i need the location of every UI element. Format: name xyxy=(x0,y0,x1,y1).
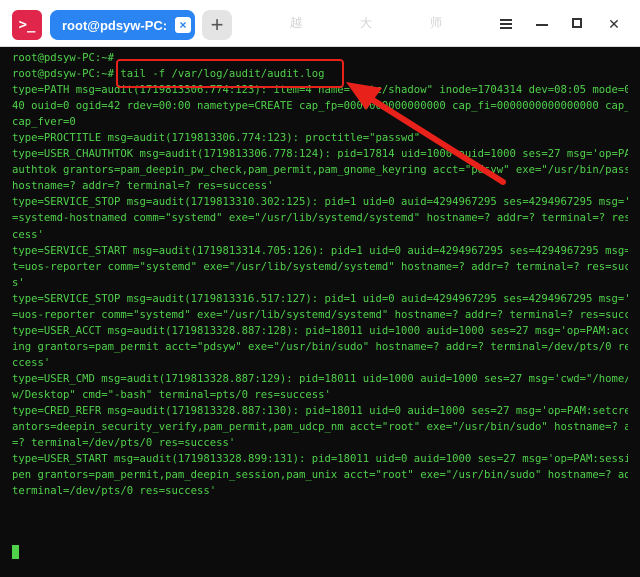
watermark-char: 大 xyxy=(360,16,373,30)
maximize-icon xyxy=(572,18,582,28)
terminal-window: >_ root@pdsyw-PC: /root × + 越 大 师 ✕ root… xyxy=(0,0,640,577)
terminal-cursor xyxy=(12,545,19,559)
tab-label: root@pdsyw-PC: /root xyxy=(62,17,170,33)
tab-close-icon[interactable]: × xyxy=(175,17,191,33)
terminal-line: type=SERVICE_START msg=audit(1719813314.… xyxy=(12,244,628,289)
terminal-line: type=USER_ACCT msg=audit(1719813328.887:… xyxy=(12,324,628,369)
watermark-char: 越 xyxy=(290,16,303,30)
terminal-line: type=CRED_REFR msg=audit(1719813328.887:… xyxy=(12,405,628,450)
watermark-char: 师 xyxy=(430,16,443,30)
maximize-button[interactable] xyxy=(568,14,588,34)
terminal-app-icon[interactable]: >_ xyxy=(12,10,42,40)
minimize-icon xyxy=(536,24,548,26)
new-tab-button[interactable]: + xyxy=(202,10,232,40)
minimize-button[interactable] xyxy=(532,14,552,34)
terminal-line: type=PROCTITLE msg=audit(1719813306.774:… xyxy=(12,132,421,145)
terminal-output[interactable]: root@pdsyw-PC:~# root@pdsyw-PC:~# tail -f… xyxy=(0,47,628,577)
terminal-line: type=SERVICE_STOP msg=audit(1719813310.3… xyxy=(12,196,628,241)
menu-button[interactable] xyxy=(496,14,516,34)
command-highlight-box xyxy=(116,59,344,88)
terminal-line: type=PATH msg=audit(1719813306.774:123):… xyxy=(12,84,628,129)
terminal-line: type=USER_START msg=audit(1719813328.899… xyxy=(12,453,628,498)
terminal-line: type=SERVICE_STOP msg=audit(1719813316.5… xyxy=(12,292,628,321)
close-button[interactable]: ✕ xyxy=(604,14,624,34)
terminal-scrollbar[interactable] xyxy=(628,47,640,577)
title-bar: >_ root@pdsyw-PC: /root × + 越 大 师 ✕ xyxy=(0,0,640,47)
hamburger-icon xyxy=(500,19,512,29)
terminal-line: type=USER_CHAUTHTOK msg=audit(1719813306… xyxy=(12,148,628,193)
tab-root[interactable]: root@pdsyw-PC: /root × xyxy=(50,10,195,40)
terminal-line: type=USER_CMD msg=audit(1719813328.887:1… xyxy=(12,372,628,401)
